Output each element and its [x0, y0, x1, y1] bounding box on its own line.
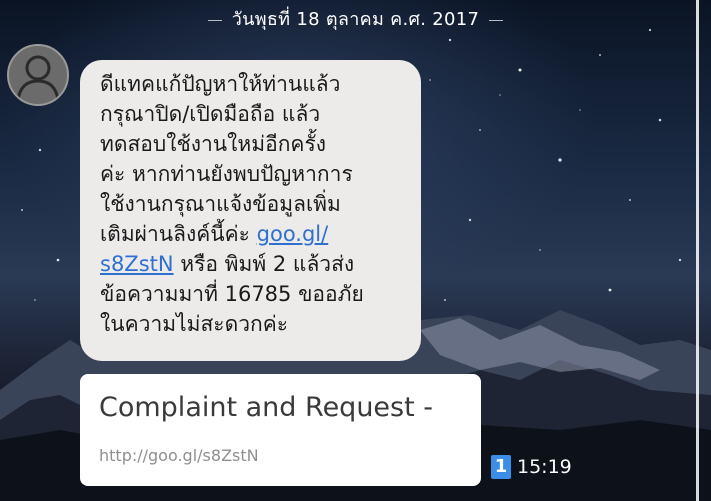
date-divider: วันพุธที่ 18 ตุลาคม ค.ศ. 2017	[0, 4, 711, 33]
message-link-part1[interactable]: goo.gl/	[257, 222, 329, 246]
link-preview-url: http://goo.gl/s8ZstN	[99, 446, 259, 465]
message-link-part2[interactable]: s8ZstN	[100, 252, 174, 276]
read-count-badge: 1	[491, 455, 511, 479]
divider-line-left	[207, 19, 222, 21]
scrollbar[interactable]	[696, 0, 699, 501]
link-preview-card[interactable]: Complaint and Request - http://goo.gl/s8…	[80, 374, 481, 486]
message-bubble[interactable]: ดีแทคแก้ปัญหาให้ท่านแล้ว กรุณาปิด/เปิดมื…	[80, 60, 421, 361]
link-preview-title: Complaint and Request -	[99, 392, 434, 423]
sender-avatar[interactable]	[7, 44, 69, 106]
default-user-icon	[16, 55, 60, 101]
message-timestamp: 15:19	[517, 456, 572, 478]
message-meta: 1 15:19	[491, 455, 572, 479]
message-text: ดีแทคแก้ปัญหาให้ท่านแล้ว กรุณาปิด/เปิดมื…	[100, 69, 421, 339]
message-text-part1: ดีแทคแก้ปัญหาให้ท่านแล้ว กรุณาปิด/เปิดมื…	[100, 72, 353, 246]
date-label: วันพุธที่ 18 ตุลาคม ค.ศ. 2017	[231, 9, 480, 30]
divider-line-right	[489, 19, 504, 21]
